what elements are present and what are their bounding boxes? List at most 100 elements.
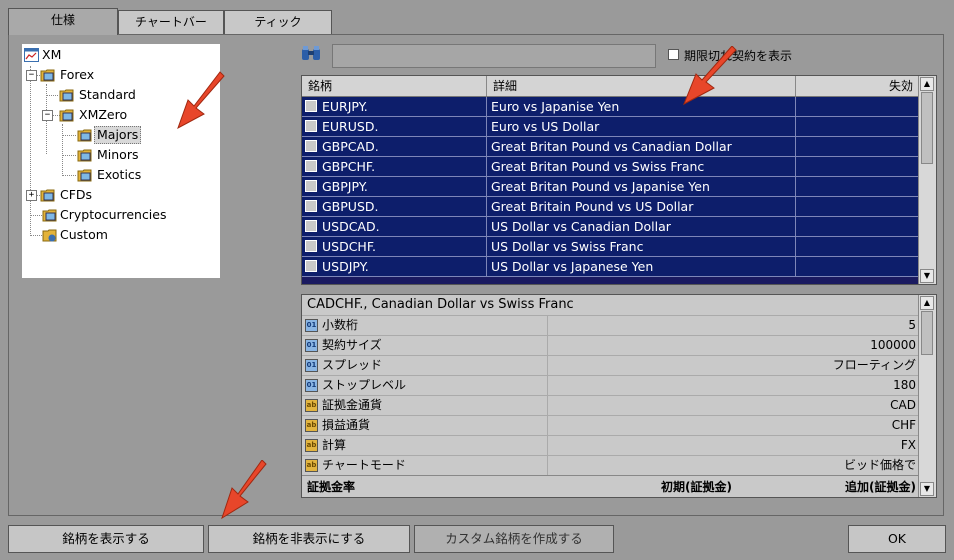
description-cell: Great Britan Pound vs Canadian Dollar (487, 137, 796, 157)
collapse-icon[interactable]: − (42, 110, 53, 121)
expand-icon[interactable]: + (26, 190, 37, 201)
table-row[interactable]: EURUSD. Euro vs US Dollar (302, 117, 920, 137)
table-row[interactable]: GBPCHF. Great Britan Pound vs Swiss Franc (302, 157, 920, 177)
annotation-arrow-icon (221, 460, 267, 520)
property-row[interactable]: ab 証拠金通貨 CAD (302, 395, 920, 415)
property-key: 01 スプレッド (302, 356, 548, 375)
tab-label: チャートバー (135, 15, 207, 29)
binoculars-icon[interactable] (300, 44, 322, 64)
text-field-icon: ab (305, 399, 318, 412)
tab-label: 仕様 (50, 13, 75, 27)
scroll-down-arrow[interactable]: ▼ (920, 269, 934, 283)
margin-additional-label: 追加(証拠金) (845, 480, 916, 494)
numeric-field-icon: 01 (305, 379, 318, 392)
collapse-icon[interactable]: − (26, 70, 37, 81)
symbol-icon (305, 100, 317, 112)
property-value: 100000 (870, 338, 916, 352)
table-row[interactable]: USDCAD. US Dollar vs Canadian Dollar (302, 217, 920, 237)
margin-rate-label: 証拠金率 (307, 480, 356, 494)
description-cell: US Dollar vs Canadian Dollar (487, 217, 796, 237)
table-row[interactable]: USDCHF. US Dollar vs Swiss Franc (302, 237, 920, 257)
symbol-cell: USDJPY. (302, 257, 487, 277)
symbols-scrollbar[interactable]: ▲ ▼ (918, 76, 936, 284)
scroll-down-arrow[interactable]: ▼ (920, 482, 934, 496)
symbol-icon (305, 140, 317, 152)
description-cell: Great Britan Pound vs Japanise Yen (487, 177, 796, 197)
scroll-up-arrow[interactable]: ▲ (920, 296, 934, 310)
property-value: CAD (890, 398, 916, 412)
expiry-cell (796, 217, 920, 237)
description-cell: Great Britan Pound vs Swiss Franc (487, 157, 796, 177)
scroll-thumb[interactable] (921, 311, 933, 355)
folder-icon (40, 189, 55, 202)
symbol-name: GBPCAD. (322, 139, 379, 154)
symbol-name: GBPUSD. (322, 199, 379, 214)
description-cell: US Dollar vs Japanese Yen (487, 257, 796, 277)
symbol-icon (305, 240, 317, 252)
property-key: ab 証拠金通貨 (302, 396, 548, 415)
tree-node-label: Majors (94, 126, 142, 144)
search-input[interactable] (332, 44, 656, 68)
table-row[interactable]: GBPCAD. Great Britan Pound vs Canadian Do… (302, 137, 920, 157)
expiry-cell (796, 137, 920, 157)
symbol-icon (305, 260, 317, 272)
tab-chart-bar[interactable]: チャートバー (118, 10, 224, 34)
folder-icon (77, 149, 92, 162)
property-value: ビッド価格で (843, 458, 916, 472)
property-row[interactable]: 01 スプレッド フローティング (302, 355, 920, 375)
property-key-label: チャートモード (322, 458, 406, 472)
column-header-description[interactable]: 詳細 (487, 76, 796, 96)
margin-initial-label: 初期(証拠金) (661, 480, 732, 494)
symbol-name: EURJPY. (322, 99, 368, 114)
column-header-symbol[interactable]: 銘柄 (302, 76, 487, 96)
expiry-cell (796, 157, 920, 177)
tree-node-label: Standard (79, 87, 136, 102)
scroll-thumb[interactable] (921, 92, 933, 164)
symbol-name: USDCHF. (322, 239, 376, 254)
table-row[interactable]: GBPJPY. Great Britan Pound vs Japanise Ye… (302, 177, 920, 197)
numeric-field-icon: 01 (305, 359, 318, 372)
property-row[interactable]: ab 計算 FX (302, 435, 920, 455)
annotation-arrow-icon (683, 46, 737, 106)
symbol-icon (305, 160, 317, 172)
properties-scrollbar[interactable]: ▲ ▼ (918, 295, 936, 497)
margin-rate-header: 証拠金率 初期(証拠金) 追加(証拠金) (302, 475, 920, 495)
tree-node-label: Forex (60, 67, 95, 82)
folder-icon (77, 129, 92, 142)
tab-tick[interactable]: ティック (224, 10, 332, 34)
tree-node-label: Custom (60, 227, 108, 242)
column-header-expiry[interactable]: 失効 (796, 76, 920, 96)
property-key: 01 小数桁 (302, 316, 548, 335)
property-key: 01 契約サイズ (302, 336, 548, 355)
folder-icon (40, 69, 55, 82)
create-custom-symbol-button[interactable]: カスタム銘柄を作成する (414, 525, 614, 553)
symbols-table: 銘柄 詳細 失効 EURJPY. Euro vs Japanise Yen EURU… (301, 75, 937, 285)
table-row[interactable]: USDJPY. US Dollar vs Japanese Yen (302, 257, 920, 277)
property-row[interactable]: ab チャートモード ビッド価格で (302, 455, 920, 475)
property-key-label: 損益通貨 (322, 418, 371, 432)
property-value: FX (900, 438, 916, 452)
ok-button[interactable]: OK (848, 525, 946, 553)
description-cell: US Dollar vs Swiss Franc (487, 237, 796, 257)
symbol-icon (305, 120, 317, 132)
table-row[interactable]: GBPUSD. Great Britain Pound vs US Dollar (302, 197, 920, 217)
tab-spec[interactable]: 仕様 (8, 8, 118, 35)
property-key: ab チャートモード (302, 456, 548, 475)
scroll-up-arrow[interactable]: ▲ (920, 77, 934, 91)
property-value: フローティング (832, 358, 916, 372)
folder-icon (59, 89, 74, 102)
folder-icon (77, 169, 92, 182)
property-row[interactable]: 01 小数桁 5 (302, 315, 920, 335)
table-row[interactable]: EURJPY. Euro vs Japanise Yen (302, 97, 920, 117)
property-row[interactable]: ab 損益通貨 CHF (302, 415, 920, 435)
property-row[interactable]: 01 ストップレベル 180 (302, 375, 920, 395)
symbol-cell: USDCAD. (302, 217, 487, 237)
symbol-name: USDCAD. (322, 219, 380, 234)
hide-symbol-button[interactable]: 銘柄を非表示にする (208, 525, 410, 553)
property-key-label: スプレッド (322, 358, 383, 372)
expiry-cell (796, 257, 920, 277)
description-cell: Euro vs Japanise Yen (487, 97, 796, 117)
property-row[interactable]: 01 契約サイズ 100000 (302, 335, 920, 355)
show-symbol-button[interactable]: 銘柄を表示する (8, 525, 204, 553)
folder-icon (59, 109, 74, 122)
